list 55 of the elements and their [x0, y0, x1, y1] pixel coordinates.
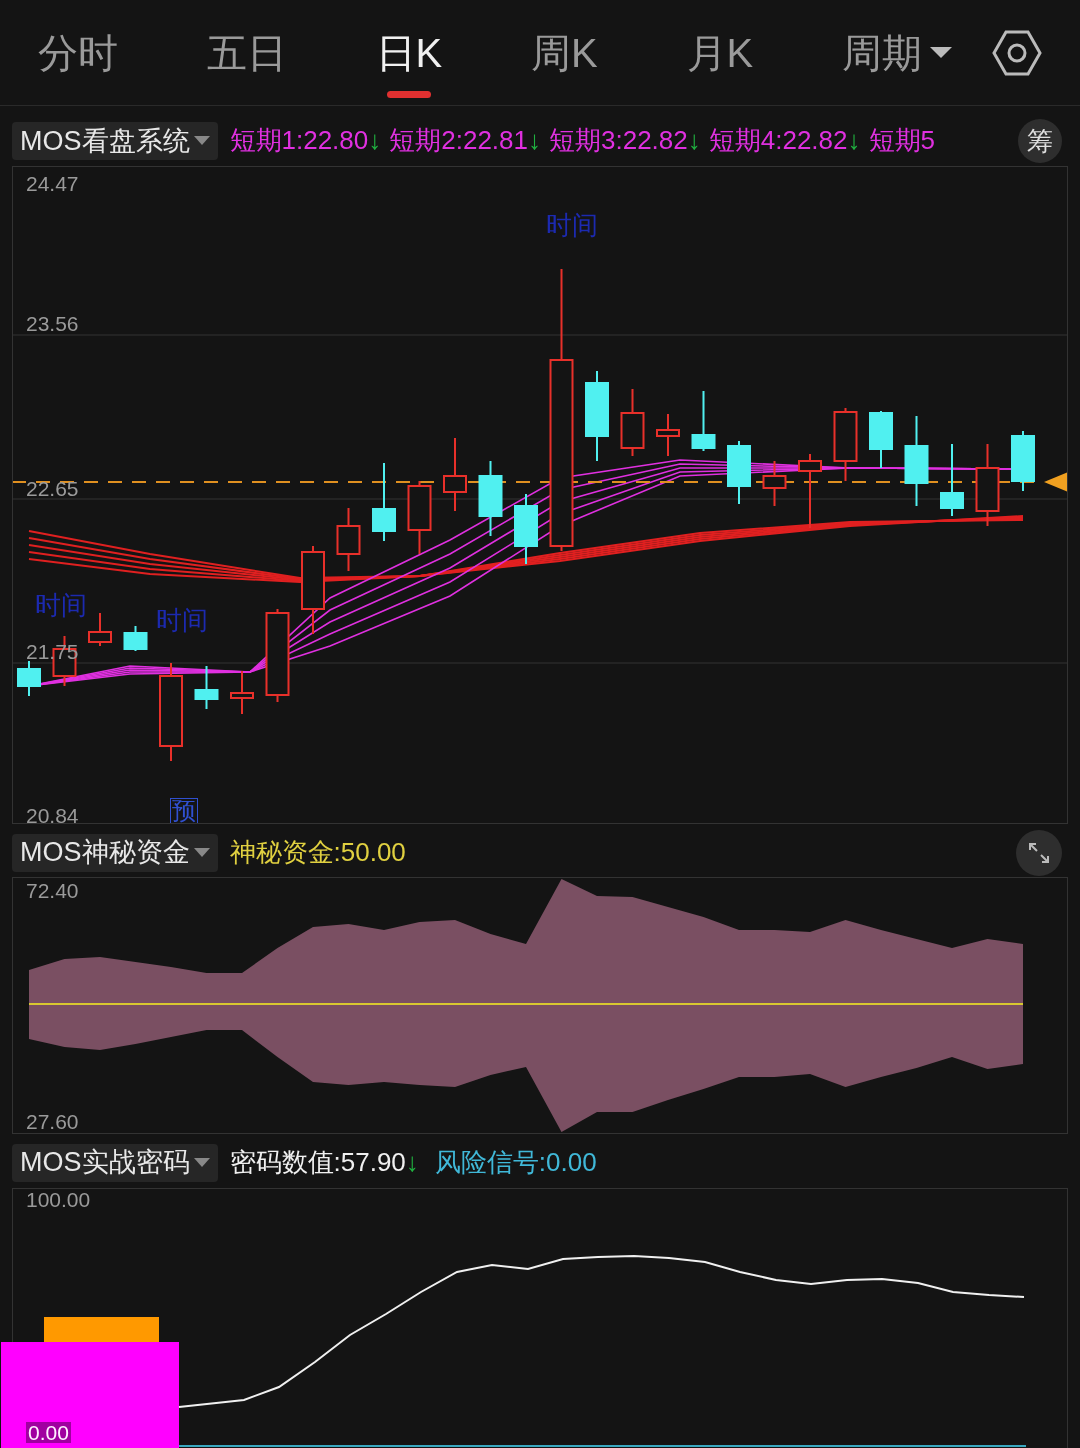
candlestick: [123, 624, 148, 652]
period-tab[interactable]: 周K: [531, 0, 598, 106]
axis-label: 24.47: [26, 172, 79, 194]
down-arrow: ↓: [528, 124, 541, 158]
axis-label: 23.56: [26, 312, 79, 334]
axis-label: 22.65: [26, 477, 79, 499]
time-marker: 时间: [35, 591, 87, 618]
indicator-value: 短期2:22.81: [389, 124, 528, 158]
axis-label: 0.00: [26, 1421, 71, 1443]
indicator-selector[interactable]: MOS神秘资金: [12, 833, 218, 872]
candlestick: [17, 659, 41, 697]
expand-button[interactable]: [1016, 829, 1062, 876]
time-marker: 时间: [546, 211, 598, 238]
forecast-marker: 预: [170, 797, 198, 823]
indicator-value: 风险信号:0.00: [434, 1146, 597, 1180]
indicator-value: 短期3:22.82: [549, 124, 688, 158]
candlestick: [620, 387, 645, 457]
indicator-value: 短期4:22.82: [708, 124, 848, 158]
down-arrow: ↓: [847, 124, 861, 158]
axis-label: 100.00: [26, 1188, 91, 1210]
period-tab[interactable]: 日K: [375, 0, 443, 106]
caret-icon: [929, 46, 952, 59]
candlestick: [194, 664, 219, 710]
caret-icon: [193, 1157, 210, 1168]
candlestick: [762, 459, 787, 507]
candlestick: [1011, 429, 1035, 492]
candlestick: [88, 611, 112, 647]
candlestick: [230, 669, 254, 715]
time-marker: 时间: [156, 606, 208, 633]
period-tab[interactable]: 月K: [686, 0, 754, 106]
period-tab[interactable]: 分时: [38, 0, 118, 106]
down-arrow: ↓: [405, 1146, 419, 1180]
indicator-value: 密码数值:57.90: [229, 1146, 406, 1180]
candlestick: [869, 409, 893, 469]
indicator-value: 短期1:22.80: [229, 124, 369, 158]
period-tab[interactable]: 五日: [206, 0, 287, 106]
candlestick: [691, 389, 716, 452]
indicator-value: 短期5: [868, 124, 935, 158]
caret-icon: [193, 135, 210, 146]
price-pointer-icon: [1044, 471, 1067, 492]
axis-label: 20.84: [26, 804, 79, 823]
candlestick: [336, 506, 361, 572]
indicator-value: 神秘资金:50.00: [229, 836, 406, 870]
axis-label: 27.60: [26, 1111, 79, 1133]
candlestick: [727, 439, 751, 505]
down-arrow: ↓: [687, 124, 701, 158]
caret-icon: [193, 847, 210, 858]
expand-icon: [1027, 840, 1051, 865]
candlestick: [656, 412, 680, 457]
indicator-selector[interactable]: MOS看盘系统: [12, 121, 218, 160]
axis-label: 72.40: [26, 880, 79, 902]
period-tab[interactable]: 周期: [841, 0, 952, 106]
indicator-selector[interactable]: MOS实战密码: [12, 1143, 218, 1182]
down-arrow: ↓: [368, 124, 382, 158]
chip-button[interactable]: 筹: [1018, 119, 1062, 163]
